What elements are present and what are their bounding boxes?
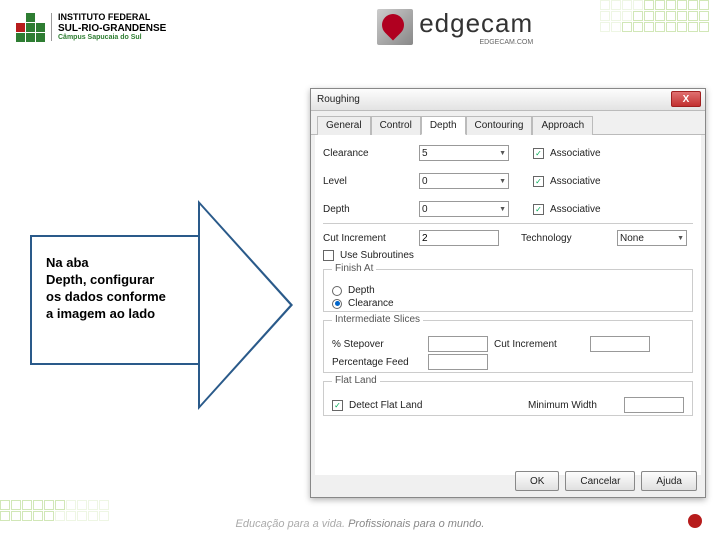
finish-depth-radio[interactable] [332, 286, 342, 296]
assoc3-checkbox[interactable]: ✓ [533, 204, 544, 215]
arrow-head [200, 205, 290, 405]
finish-clearance-label: Clearance [348, 298, 394, 309]
assoc2-label: Associative [550, 176, 601, 187]
detect-flat-label: Detect Flat Land [349, 400, 422, 411]
chevron-down-icon: ▼ [499, 150, 506, 157]
assoc3-label: Associative [550, 204, 601, 215]
level-label: Level [323, 176, 413, 187]
level-input[interactable]: 0▼ [419, 173, 509, 189]
decor-pattern-bottom-left [0, 500, 120, 540]
depth-input[interactable]: 0▼ [419, 201, 509, 217]
edgecam-subtext: EDGECAM.COM [419, 39, 533, 46]
depth-label: Depth [323, 204, 413, 215]
roughing-dialog: Roughing X General Control Depth Contour… [310, 88, 706, 498]
close-icon: X [683, 94, 690, 105]
finish-clearance-radio[interactable] [332, 299, 342, 309]
chevron-down-icon: ▼ [499, 206, 506, 213]
dialog-title: Roughing [317, 94, 360, 105]
dialog-buttons: OK Cancelar Ajuda [515, 471, 697, 491]
finish-at-group: Finish At Depth Clearance [323, 269, 693, 312]
use-subroutines-checkbox[interactable] [323, 250, 334, 261]
footer-slogan: Educação para a vida. Profissionais para… [236, 518, 485, 530]
assoc1-label: Associative [550, 148, 601, 159]
min-width-label: Minimum Width [528, 400, 618, 411]
pct-stepover-label: % Stepover [332, 339, 422, 350]
cutinc2-input[interactable] [590, 336, 650, 352]
depth-panel: Clearance 5▼ ✓ Associative Level 0▼ ✓ As… [315, 135, 701, 475]
arrow-text-l4: a imagem ao lado [46, 306, 188, 323]
min-width-input[interactable] [624, 397, 684, 413]
ok-button[interactable]: OK [515, 471, 559, 491]
pct-stepover-input[interactable] [428, 336, 488, 352]
pct-feed-label: Percentage Feed [332, 357, 422, 368]
tab-general[interactable]: General [317, 116, 371, 135]
cancel-button[interactable]: Cancelar [565, 471, 635, 491]
pct-feed-input[interactable] [428, 354, 488, 370]
arrow-text-l2: Depth, configurar [46, 272, 188, 289]
assoc1-checkbox[interactable]: ✓ [533, 148, 544, 159]
chevron-down-icon: ▼ [677, 235, 684, 242]
clearance-input[interactable]: 5▼ [419, 145, 509, 161]
inst-line3: Câmpus Sapucaia do Sul [58, 34, 166, 42]
technology-select[interactable]: None▼ [617, 230, 687, 246]
finish-at-label: Finish At [332, 263, 376, 274]
tab-contouring[interactable]: Contouring [466, 116, 533, 135]
intermediate-slices-group: Intermediate Slices % Stepover Cut Incre… [323, 320, 693, 373]
tab-depth[interactable]: Depth [421, 116, 466, 135]
assoc2-checkbox[interactable]: ✓ [533, 176, 544, 187]
logo-squares-icon [16, 13, 45, 42]
edgecam-logo: edgecam EDGECAM.COM [377, 8, 533, 46]
use-subroutines-label: Use Subroutines [340, 250, 414, 261]
edgecam-icon [377, 9, 413, 45]
edgecam-brand: edgecam [419, 8, 533, 39]
cutinc-input[interactable] [419, 230, 499, 246]
arrow-text-l1: Na aba [46, 255, 188, 272]
dialog-titlebar: Roughing X [311, 89, 705, 111]
clearance-label: Clearance [323, 148, 413, 159]
inst-line1: INSTITUTO FEDERAL [58, 13, 166, 23]
help-button[interactable]: Ajuda [641, 471, 697, 491]
flat-land-group: Flat Land ✓ Detect Flat Land Minimum Wid… [323, 381, 693, 416]
close-button[interactable]: X [671, 91, 701, 107]
inst-line2: SUL-RIO-GRANDENSE [58, 23, 166, 34]
cutinc-label: Cut Increment [323, 233, 413, 244]
technology-label: Technology [521, 233, 611, 244]
cutinc2-label: Cut Increment [494, 339, 584, 350]
finish-depth-label: Depth [348, 285, 375, 296]
instruction-arrow: Na aba Depth, configurar os dados confor… [30, 235, 200, 365]
decor-pattern-top-right [600, 0, 720, 40]
tab-control[interactable]: Control [371, 116, 421, 135]
chevron-down-icon: ▼ [499, 178, 506, 185]
flat-land-label: Flat Land [332, 375, 380, 386]
detect-flat-checkbox[interactable]: ✓ [332, 400, 343, 411]
dialog-tabs: General Control Depth Contouring Approac… [311, 111, 705, 135]
arrow-text-l3: os dados conforme [46, 289, 188, 306]
intermediate-slices-label: Intermediate Slices [332, 314, 423, 325]
tab-approach[interactable]: Approach [532, 116, 593, 135]
instituto-logo: INSTITUTO FEDERAL SUL-RIO-GRANDENSE Câmp… [16, 13, 166, 42]
pager-dot-icon [688, 514, 702, 528]
